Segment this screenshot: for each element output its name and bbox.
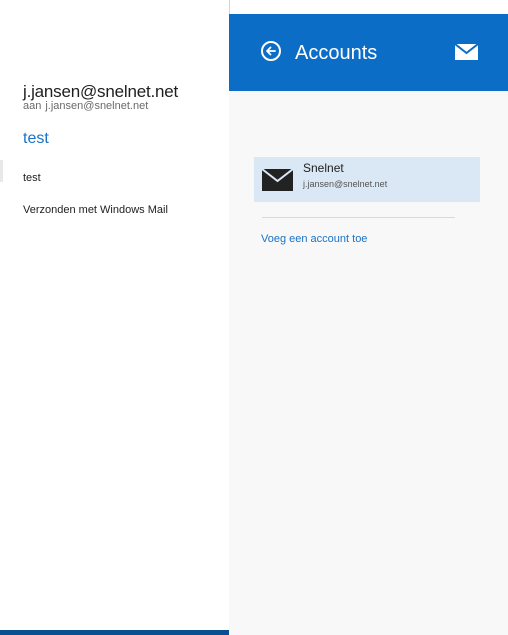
flyout-title: Accounts: [295, 42, 378, 64]
account-mail-icon: [262, 169, 293, 191]
message-body-line: test: [23, 172, 41, 184]
add-account-link[interactable]: Voeg een account toe: [261, 233, 367, 245]
message-sender: j.jansen@snelnet.net: [23, 82, 179, 101]
back-arrow-circle-icon[interactable]: [261, 41, 281, 61]
account-email: j.jansen@snelnet.net: [303, 179, 388, 189]
bottom-accent-bar: [0, 630, 229, 635]
message-recipient-line: aan j.jansen@snelnet.net: [23, 100, 152, 112]
accounts-flyout: Accounts Snelnet j.jansen@snelnet.net Vo…: [229, 14, 508, 635]
body-edge-marker: [0, 160, 3, 182]
message-signature: Verzonden met Windows Mail: [23, 204, 168, 216]
mail-icon[interactable]: [455, 44, 478, 60]
message-reading-pane: j.jansen@snelnet.net aan j.jansen@snelnet…: [0, 0, 230, 635]
account-name: Snelnet: [303, 161, 344, 175]
message-recipient: j.jansen@snelnet.net: [45, 100, 149, 112]
account-item-snelnet[interactable]: Snelnet j.jansen@snelnet.net: [254, 157, 480, 202]
flyout-header: Accounts: [229, 14, 508, 91]
divider: [262, 217, 455, 218]
message-subject: test: [23, 130, 49, 147]
recipient-prefix: aan: [23, 100, 42, 112]
